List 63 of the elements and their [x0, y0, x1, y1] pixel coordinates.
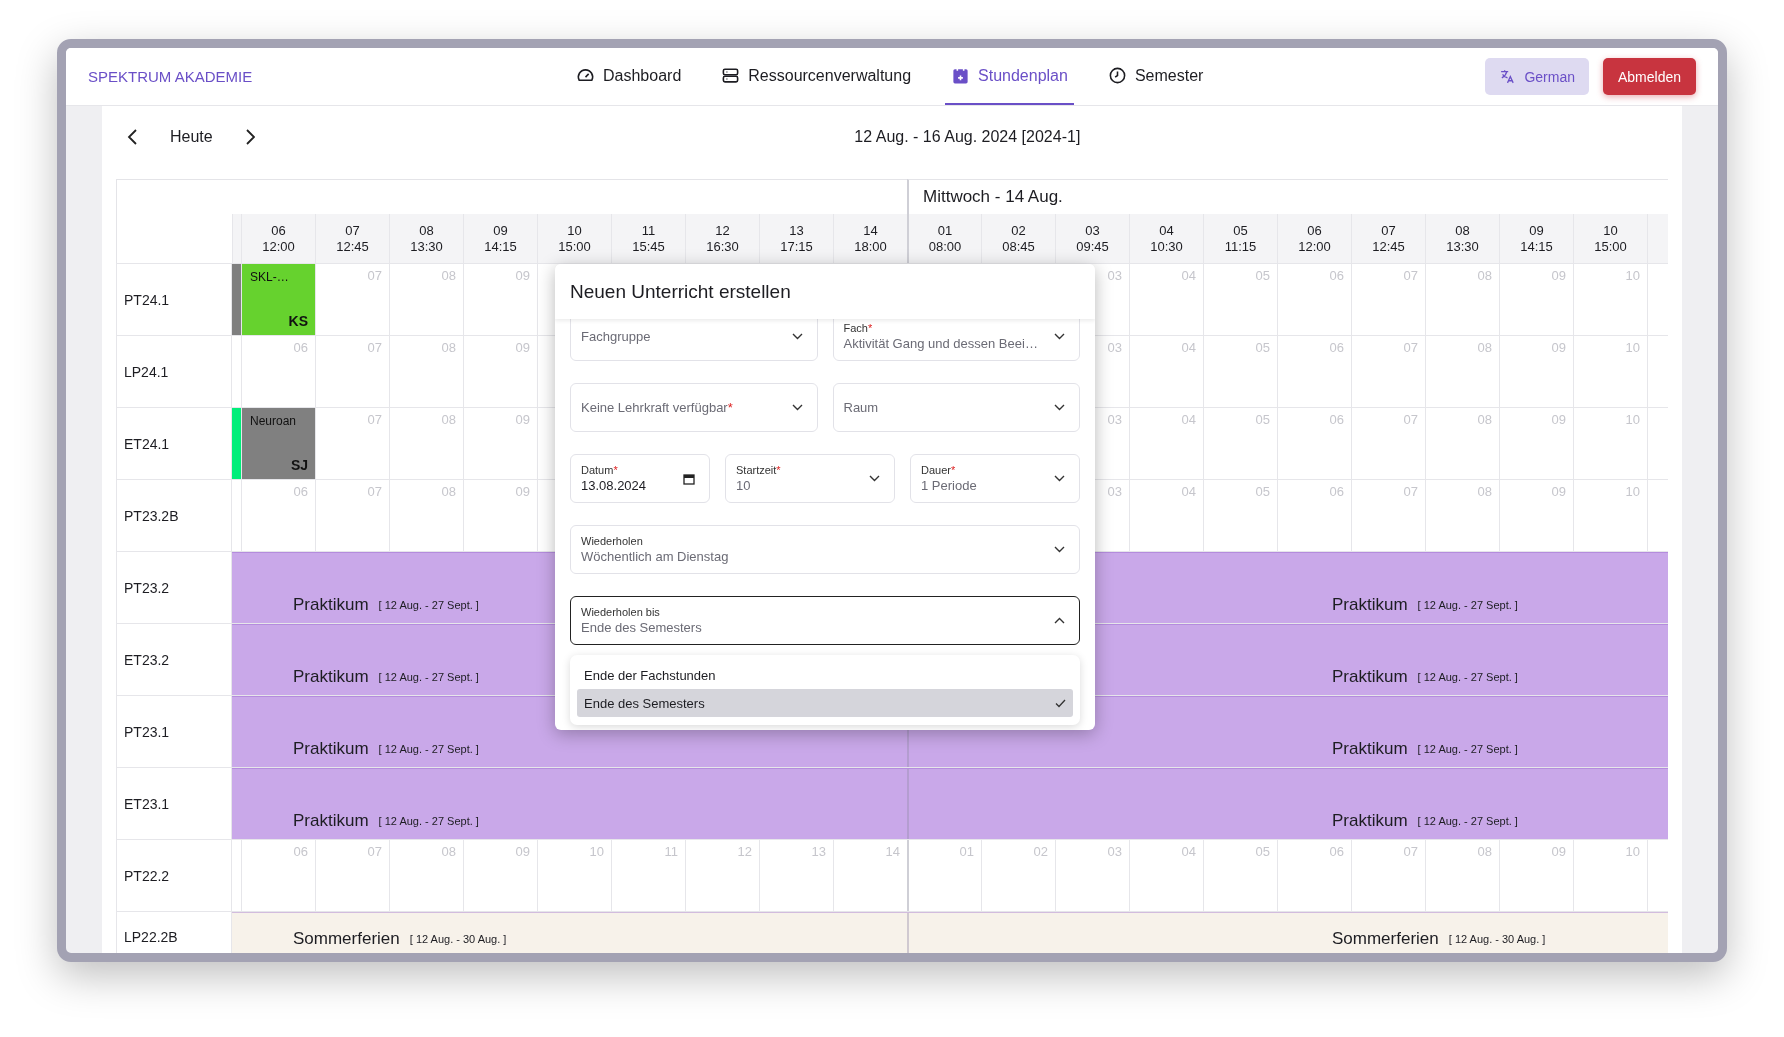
- slot-header: 08 13:30: [389, 214, 463, 263]
- event-title: Praktikum: [1332, 667, 1408, 687]
- field-label: Startzeit*: [736, 464, 781, 476]
- slot-header: 13 17:15: [759, 214, 833, 263]
- field-value: 10: [736, 478, 752, 493]
- field-placeholder: Keine Lehrkraft verfügbar*: [581, 400, 733, 415]
- field-placeholder: Raum: [843, 400, 879, 415]
- slot-header: 10 15:00: [537, 214, 611, 263]
- event-date-range: [ 12 Aug. - 27 Sept. ]: [378, 598, 479, 613]
- event-title: Sommerferien: [293, 929, 400, 949]
- slot-header: 07 12:45: [1351, 214, 1425, 263]
- teacher-initials: KS: [287, 313, 308, 329]
- field-label: Datum*: [581, 464, 619, 476]
- date-range: 12 Aug. - 16 Aug. 2024 [2024-1]: [853, 128, 1082, 146]
- slot-header: 14 18:00: [833, 214, 907, 263]
- slot-header: 07 12:45: [315, 214, 389, 263]
- event-date-range: [ 12 Aug. - 27 Sept. ]: [1417, 742, 1518, 757]
- event-title: Praktikum: [1332, 595, 1408, 615]
- event-date-range: [ 12 Aug. - 27 Sept. ]: [378, 670, 479, 685]
- event-title: Praktikum: [293, 739, 369, 759]
- field-value: Wöchentlich am Dienstag: [581, 549, 729, 564]
- event-date-range: [ 12 Aug. - 30 Aug. ]: [1448, 932, 1546, 947]
- slot-header: 03 09:45: [1055, 214, 1129, 263]
- slot-header: 05 11:15: [1203, 214, 1277, 263]
- field-label: Dauer*: [921, 464, 957, 476]
- slot-header: 09 14:15: [1499, 214, 1573, 263]
- slot-header: 10 15:00: [1573, 214, 1647, 263]
- slot-header: 11 15:45: [611, 214, 685, 263]
- slot-header: 06 12:00: [1277, 214, 1351, 263]
- event-title: Praktikum: [293, 595, 369, 615]
- lesson-title: Neuroan: [250, 414, 298, 428]
- slot-header: 12 16:30: [685, 214, 759, 263]
- field-placeholder: Fachgruppe: [581, 329, 651, 344]
- event-date-range: [ 12 Aug. - 30 Aug. ]: [409, 932, 507, 947]
- day-title: Mittwoch - 14 Aug.: [923, 187, 1063, 207]
- event-title: Praktikum: [1332, 739, 1408, 759]
- field-value: 1 Periode: [921, 478, 977, 493]
- field-value: Ende des Semesters: [581, 620, 702, 635]
- class-label: PT22.2: [116, 840, 232, 911]
- dialog-title: Neuen Unterricht erstellen: [570, 280, 791, 303]
- field-value: 13.08.2024: [581, 478, 647, 493]
- lesson-title: SKL-…: [250, 270, 290, 284]
- event-title: Praktikum: [293, 811, 369, 831]
- slot-header: 08 13:30: [1425, 214, 1499, 263]
- event-date-range: [ 12 Aug. - 27 Sept. ]: [1417, 814, 1518, 829]
- event-date-range: [ 12 Aug. - 27 Sept. ]: [378, 814, 479, 829]
- class-label: PT23.2B: [116, 480, 232, 551]
- field-label: Wiederholen bis: [581, 606, 661, 618]
- event-date-range: [ 12 Aug. - 27 Sept. ]: [1417, 670, 1518, 685]
- field-label: Wiederholen: [581, 535, 644, 547]
- field-value: Aktivität Gang und dessen Beei…: [843, 336, 1038, 351]
- class-label: LP24.1: [116, 336, 232, 407]
- slot-header: 04 10:30: [1129, 214, 1203, 263]
- event-title: Praktikum: [1332, 811, 1408, 831]
- slot-header: 02 08:45: [981, 214, 1055, 263]
- slot-header: 09 14:15: [463, 214, 537, 263]
- event-title: Sommerferien: [1332, 929, 1439, 949]
- event-date-range: [ 12 Aug. - 27 Sept. ]: [1417, 598, 1518, 613]
- teacher-initials: SJ: [289, 457, 308, 473]
- event-date-range: [ 12 Aug. - 27 Sept. ]: [378, 742, 479, 757]
- field-label: Fach*: [843, 322, 874, 334]
- slot-header: 06 12:00: [241, 214, 315, 263]
- event-title: Praktikum: [293, 667, 369, 687]
